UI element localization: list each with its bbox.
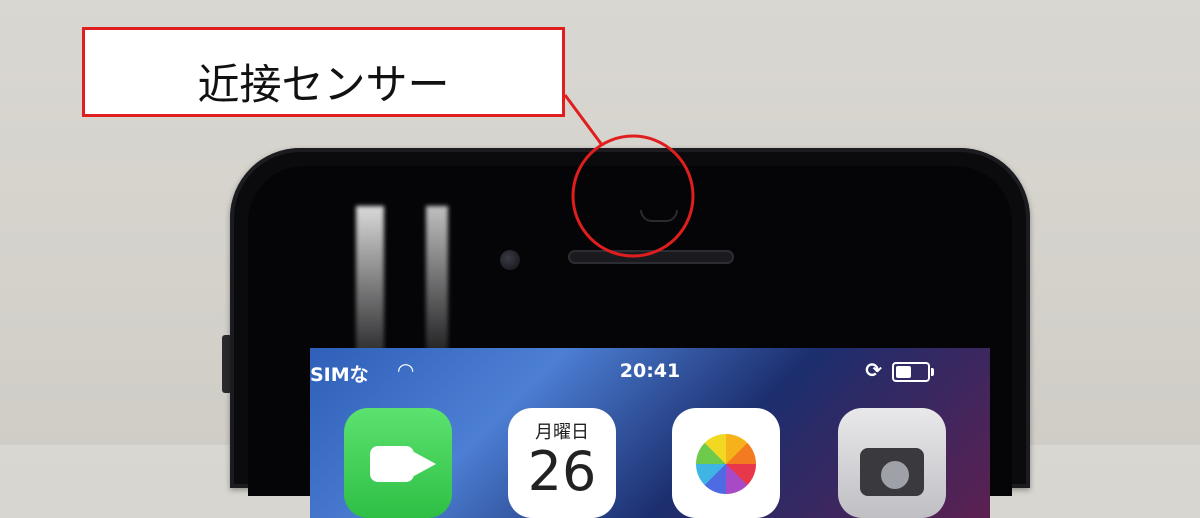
- callout-leader-line: [563, 94, 604, 146]
- callout-label-box: 近接センサー: [82, 27, 565, 117]
- callout-circle: [571, 134, 695, 258]
- video-camera-icon: [370, 446, 436, 482]
- calendar-date: 26: [527, 440, 597, 503]
- camera-lens-icon: [878, 458, 912, 492]
- callout-label: 近接センサー: [197, 60, 450, 109]
